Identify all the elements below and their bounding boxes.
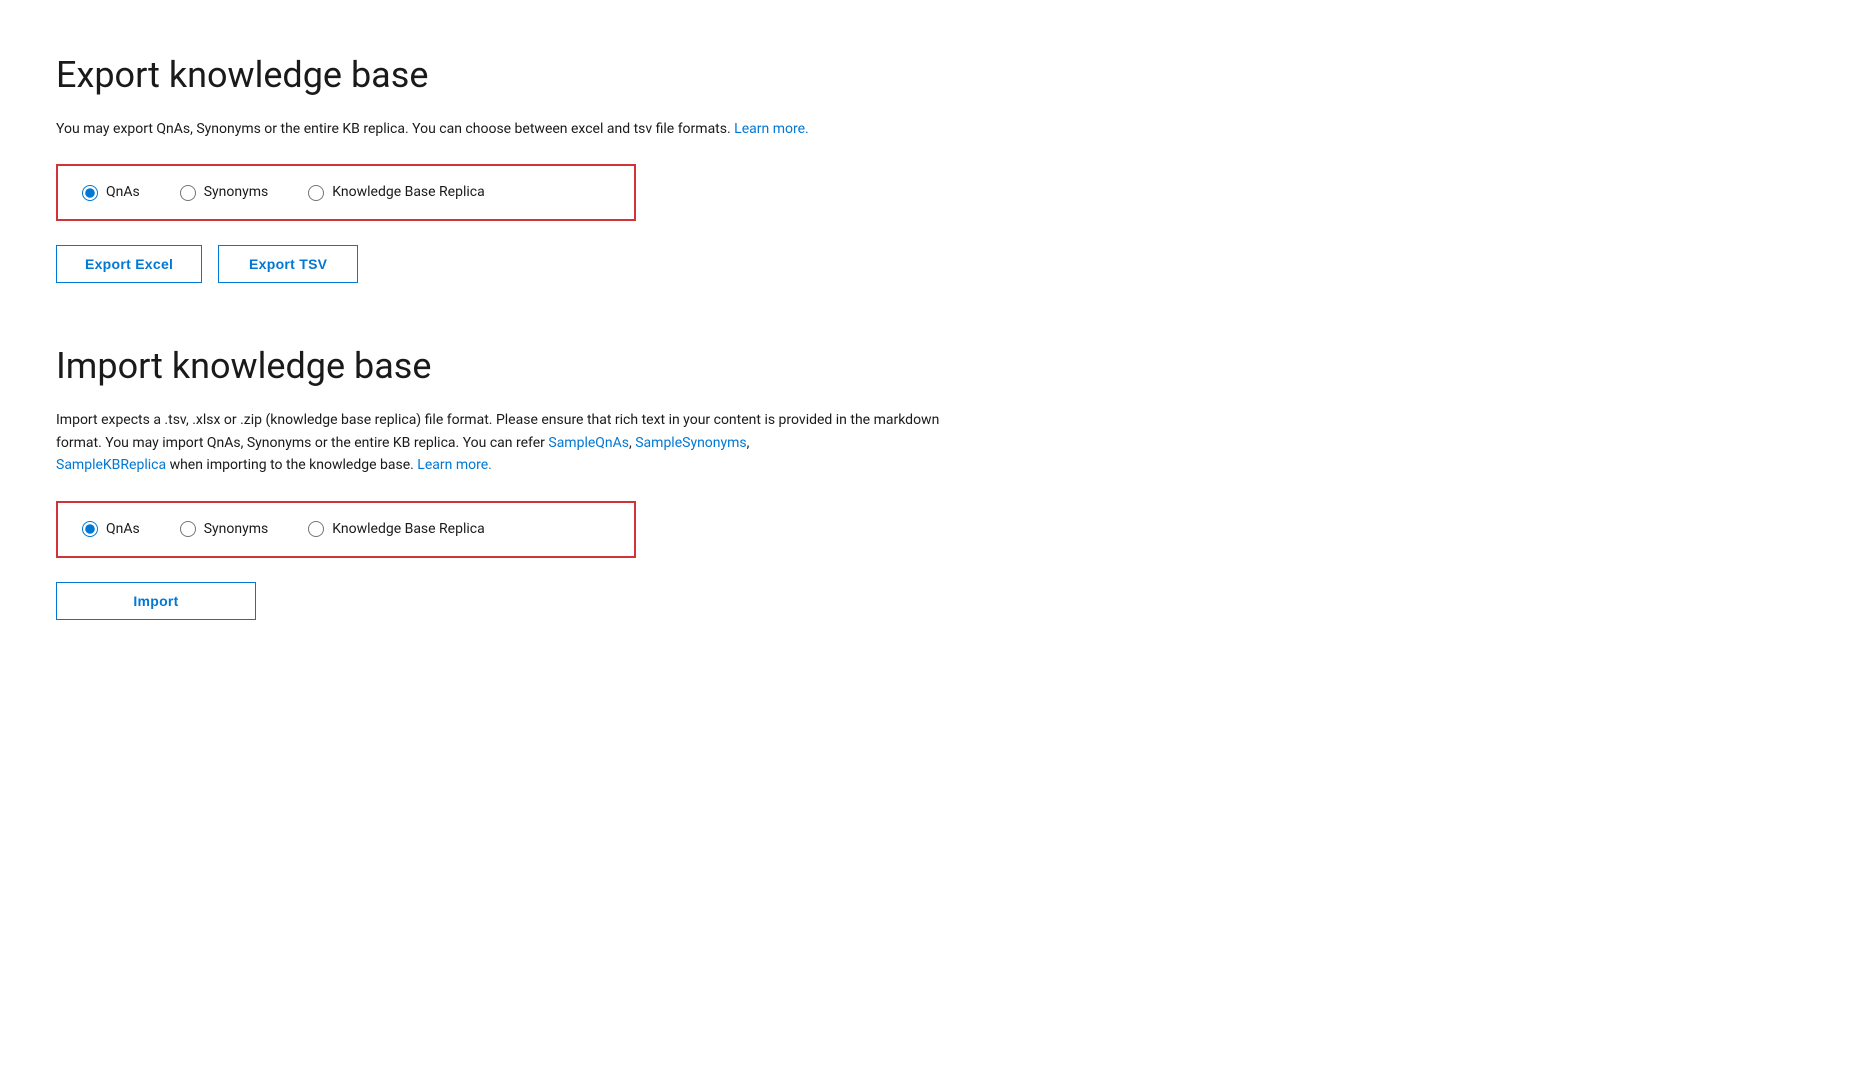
sample-kbreplica-link[interactable]: SampleKBReplica bbox=[56, 457, 166, 473]
export-button-group: Export Excel Export TSV bbox=[56, 245, 1818, 283]
sample-synonyms-link[interactable]: SampleSynonyms bbox=[635, 435, 746, 451]
import-kbreplica-label: Knowledge Base Replica bbox=[332, 519, 484, 540]
import-desc-before: Import expects a .tsv, .xlsx or .zip (kn… bbox=[56, 412, 939, 450]
export-synonyms-radio[interactable] bbox=[180, 185, 196, 201]
import-qnas-option[interactable]: QnAs bbox=[82, 519, 140, 540]
export-synonyms-option[interactable]: Synonyms bbox=[180, 182, 269, 203]
export-excel-button[interactable]: Export Excel bbox=[56, 245, 202, 283]
export-synonyms-label: Synonyms bbox=[204, 182, 269, 203]
import-synonyms-option[interactable]: Synonyms bbox=[180, 519, 269, 540]
import-learn-more-link[interactable]: Learn more. bbox=[417, 457, 492, 473]
import-description: Import expects a .tsv, .xlsx or .zip (kn… bbox=[56, 409, 956, 476]
export-tsv-button[interactable]: Export TSV bbox=[218, 245, 358, 283]
export-section: Export knowledge base You may export QnA… bbox=[56, 48, 1818, 283]
import-title: Import knowledge base bbox=[56, 339, 1818, 393]
export-learn-more-link[interactable]: Learn more. bbox=[734, 121, 809, 137]
export-qnas-option[interactable]: QnAs bbox=[82, 182, 140, 203]
import-desc-middle: when importing to the knowledge base. bbox=[170, 457, 414, 473]
import-radio-group: QnAs Synonyms Knowledge Base Replica bbox=[56, 501, 636, 558]
export-radio-group: QnAs Synonyms Knowledge Base Replica bbox=[56, 164, 636, 221]
import-synonyms-label: Synonyms bbox=[204, 519, 269, 540]
sample-qnas-link[interactable]: SampleQnAs bbox=[548, 435, 629, 451]
import-button[interactable]: Import bbox=[56, 582, 256, 620]
export-kbreplica-label: Knowledge Base Replica bbox=[332, 182, 484, 203]
import-kbreplica-option[interactable]: Knowledge Base Replica bbox=[308, 519, 484, 540]
export-title: Export knowledge base bbox=[56, 48, 1818, 102]
import-synonyms-radio[interactable] bbox=[180, 521, 196, 537]
export-qnas-radio[interactable] bbox=[82, 185, 98, 201]
import-section: Import knowledge base Import expects a .… bbox=[56, 339, 1818, 619]
export-kbreplica-option[interactable]: Knowledge Base Replica bbox=[308, 182, 484, 203]
import-button-group: Import bbox=[56, 582, 1818, 620]
import-kbreplica-radio[interactable] bbox=[308, 521, 324, 537]
import-qnas-radio[interactable] bbox=[82, 521, 98, 537]
export-kbreplica-radio[interactable] bbox=[308, 185, 324, 201]
export-qnas-label: QnAs bbox=[106, 182, 140, 203]
export-desc-text: You may export QnAs, Synonyms or the ent… bbox=[56, 121, 731, 137]
import-qnas-label: QnAs bbox=[106, 519, 140, 540]
export-description: You may export QnAs, Synonyms or the ent… bbox=[56, 118, 956, 140]
